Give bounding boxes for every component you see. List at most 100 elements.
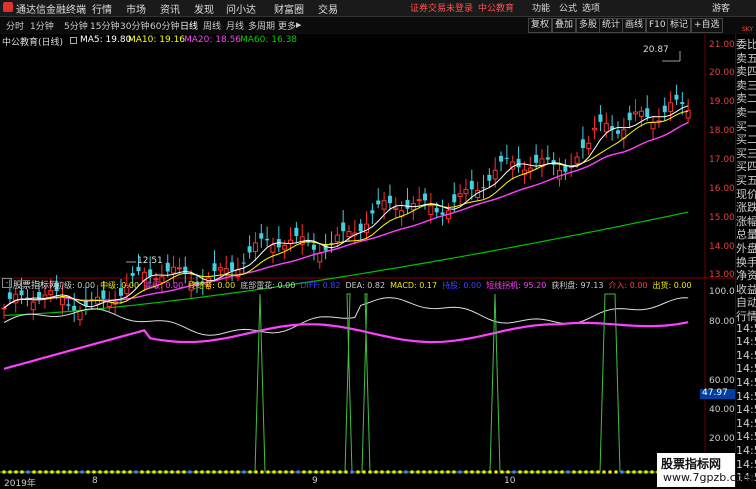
indicator-dot <box>638 470 642 474</box>
indicator-item: 获利盘: 97.13 <box>551 281 604 290</box>
date-label: 2019年 <box>4 479 36 489</box>
indicator-toggle-icon[interactable]: - <box>2 278 12 288</box>
more-chevron-icon[interactable]: ▶ <box>296 21 301 29</box>
indicator-item: 出货: 0.00 <box>652 281 692 290</box>
indicator-dot <box>626 470 630 474</box>
indicator-dot <box>134 470 138 474</box>
candle-body <box>499 155 504 162</box>
indicator-dot <box>74 470 78 474</box>
tab-intraday[interactable]: 分时 <box>6 19 24 32</box>
indicator-values: 初级: 0.00 中级: 0.00 高级: 0.00 终结者: 0.00 底部雷花: 0… <box>56 278 697 291</box>
candle-body <box>452 194 457 203</box>
candle-body <box>504 157 509 159</box>
price-chart[interactable] <box>0 34 735 474</box>
indicator-dot <box>578 470 582 474</box>
indicator-item: MACD: 0.17 <box>390 281 438 290</box>
indicator-dot <box>440 470 444 474</box>
multi-stock-button[interactable]: 多股 <box>576 18 601 33</box>
indicator-dot <box>152 470 156 474</box>
indicator-dot <box>386 470 390 474</box>
candle-body <box>487 174 492 181</box>
menu-trade[interactable]: 交易 <box>318 1 338 16</box>
tab-monthly[interactable]: 月线 <box>226 19 244 32</box>
tab-1min[interactable]: 1分钟 <box>30 19 54 32</box>
sidebar-item: 14:5 <box>736 444 756 457</box>
candle-body <box>223 268 229 274</box>
indicator-dot <box>236 470 240 474</box>
indicator-dot <box>542 470 546 474</box>
candle-body <box>603 122 609 133</box>
indicator-dot <box>164 470 168 474</box>
menu-formula[interactable]: 公式 <box>559 1 577 14</box>
menu-discover[interactable]: 发现 <box>194 1 214 16</box>
sidebar-item: 14:5 <box>736 389 756 403</box>
tab-30min[interactable]: 30分钟 <box>120 19 149 32</box>
candle-body <box>259 233 264 239</box>
indicator-dot <box>56 470 60 474</box>
quote-sidebar: 委比 卖五 卖四 卖三 卖二 卖一 买一 买二 买三 买四 买五 现价 涨跌 涨幅 总量 外盘 换手 净资 收益 自动… <box>735 34 756 487</box>
indicator-dot <box>260 470 264 474</box>
candle-body <box>481 187 486 189</box>
indicator-dot <box>506 470 510 474</box>
indicator-white-line <box>3 297 689 336</box>
high-annotation: 20.87 <box>643 45 669 55</box>
indicator-dot <box>290 470 294 474</box>
menu-guest[interactable]: 游客 <box>712 1 730 14</box>
candle-body <box>370 210 375 214</box>
indicator-dot <box>356 470 360 474</box>
candle-body <box>376 200 381 205</box>
candle-body <box>416 199 422 202</box>
indicator-dot <box>494 470 498 474</box>
indicator-dot <box>110 470 114 474</box>
statistics-button[interactable]: 统计 <box>599 18 624 33</box>
indicator-dot <box>596 470 600 474</box>
menu-function[interactable]: 功能 <box>532 1 550 14</box>
indicator-dot <box>218 470 222 474</box>
indicator-dot <box>362 470 366 474</box>
menu-wenxiaoda[interactable]: 问小达 <box>226 1 256 16</box>
indicator-tick: 20.00 <box>709 434 735 444</box>
restore-rights-button[interactable]: 复权 <box>528 18 553 33</box>
indicator-dot <box>584 470 588 474</box>
indicator-dot <box>476 470 480 474</box>
candle-body <box>615 130 620 134</box>
candle-body <box>241 262 246 264</box>
price-tick: 18.00 <box>709 126 735 136</box>
indicator-dot <box>224 470 228 474</box>
candle-body <box>381 200 387 210</box>
login-warning[interactable]: 证券交易未登录 <box>410 1 473 14</box>
candle-body <box>334 234 340 243</box>
menu-news[interactable]: 资讯 <box>160 1 180 16</box>
mark-button[interactable]: 标记 <box>667 18 692 33</box>
candle-body <box>405 200 410 209</box>
tab-60min[interactable]: 60分钟 <box>150 19 179 32</box>
overlay-button[interactable]: 叠加 <box>552 18 577 33</box>
menu-options[interactable]: 选项 <box>582 1 600 14</box>
draw-line-button[interactable]: 画线 <box>622 18 647 33</box>
menu-wealth[interactable]: 财富圈 <box>274 1 304 16</box>
candle-body <box>171 266 177 274</box>
tab-5min[interactable]: 5分钟 <box>64 19 88 32</box>
candle-body <box>545 157 550 160</box>
app-logo-icon <box>3 2 13 12</box>
add-watchlist-button[interactable]: +自选 <box>691 18 723 33</box>
f10-button[interactable]: F10 <box>646 18 669 33</box>
indicator-dot <box>374 470 378 474</box>
candle-body <box>247 246 252 253</box>
menu-quotes[interactable]: 行情 <box>92 1 112 16</box>
indicator-dot <box>92 470 96 474</box>
tab-weekly[interactable]: 周线 <box>203 19 221 32</box>
menu-market[interactable]: 市场 <box>126 1 146 16</box>
price-tick: 16.00 <box>709 184 735 194</box>
candle-body <box>469 180 474 190</box>
indicator-marker-value: 47.97 <box>702 388 728 398</box>
indicator-dot <box>68 470 72 474</box>
tab-more[interactable]: 更多 <box>278 19 296 32</box>
tab-15min[interactable]: 15分钟 <box>90 19 119 32</box>
tab-daily[interactable]: 日线 <box>180 19 198 32</box>
tab-multi-period[interactable]: 多周期 <box>248 19 275 32</box>
indicator-dot <box>602 470 606 474</box>
indicator-item: 短线拐机: 95.20 <box>486 281 547 290</box>
candle-body <box>457 193 463 198</box>
indicator-dot <box>176 470 180 474</box>
